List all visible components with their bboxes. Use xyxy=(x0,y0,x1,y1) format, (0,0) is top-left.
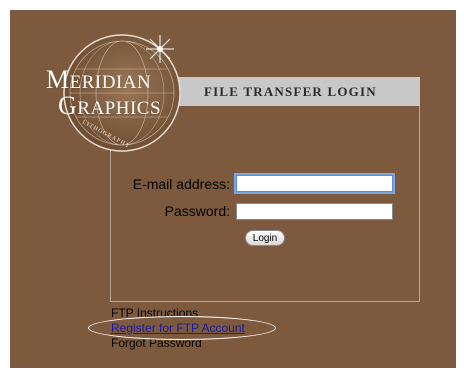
password-label: Password: xyxy=(164,203,230,219)
page-title: FILE TRANSFER LOGIN xyxy=(178,77,420,106)
company-logo: LITHOGRAPHY MERIDIAN GRAPHICS xyxy=(42,33,192,163)
ftp-instructions-link[interactable]: FTP Instructions xyxy=(111,306,198,320)
forgot-password-link[interactable]: Forgot Password xyxy=(111,336,202,350)
email-label: E-mail address: xyxy=(132,176,230,192)
page-title-text: FILE TRANSFER LOGIN xyxy=(204,83,377,99)
login-button[interactable]: Login xyxy=(245,230,285,246)
password-field[interactable] xyxy=(236,203,393,220)
logo-word-graphics: GRAPHICS xyxy=(58,91,162,120)
email-field[interactable] xyxy=(236,175,393,192)
register-link[interactable]: Register for FTP Account xyxy=(111,321,245,335)
